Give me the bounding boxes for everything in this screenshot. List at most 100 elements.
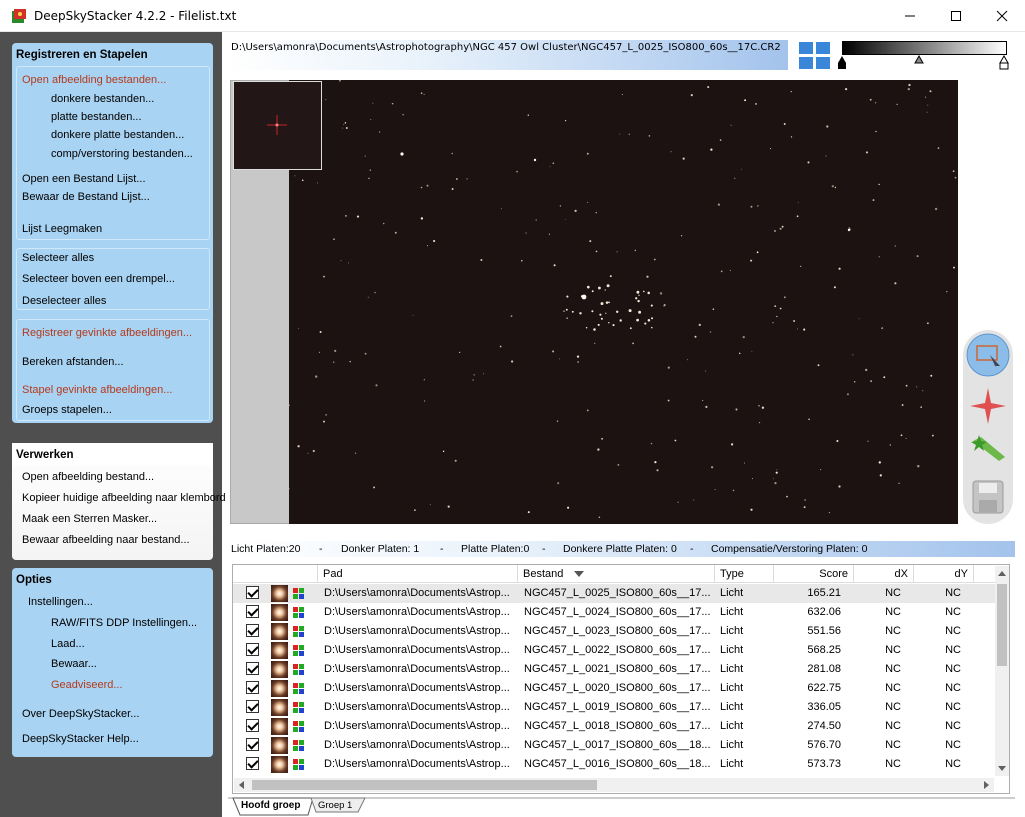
star bbox=[730, 443, 734, 446]
cluster-star bbox=[619, 319, 622, 322]
row-checkbox[interactable] bbox=[246, 738, 259, 751]
clear-list-link[interactable]: Lijst Leegmaken bbox=[22, 223, 102, 235]
compute-offsets-link[interactable]: Bereken afstanden... bbox=[22, 356, 124, 368]
row-checkbox[interactable] bbox=[246, 681, 259, 694]
col-header-path[interactable]: Pad bbox=[318, 565, 518, 583]
select-rect-icon[interactable] bbox=[966, 333, 1010, 377]
raw-settings-link[interactable]: RAW/FITS DDP Instellingen... bbox=[51, 617, 197, 629]
save-list-link[interactable]: Bewaar de Bestand Lijst... bbox=[22, 191, 150, 203]
close-button[interactable] bbox=[979, 0, 1025, 32]
dark-files-link[interactable]: donkere bestanden... bbox=[51, 93, 154, 105]
row-checkbox[interactable] bbox=[246, 662, 259, 675]
astro-image[interactable] bbox=[289, 80, 958, 524]
table-row[interactable]: D:\Users\amonra\Documents\Astrop... NGC45… bbox=[233, 622, 998, 641]
four-corners-icon[interactable] bbox=[798, 41, 831, 71]
minimize-button[interactable] bbox=[887, 0, 933, 32]
star bbox=[367, 296, 369, 298]
navigator-thumbnail[interactable] bbox=[233, 81, 322, 170]
star bbox=[796, 328, 798, 330]
cell-dy: NC bbox=[945, 720, 961, 732]
select-threshold-link[interactable]: Selecteer boven een drempel... bbox=[22, 273, 175, 285]
table-row[interactable]: D:\Users\amonra\Documents\Astrop... NGC45… bbox=[233, 698, 998, 717]
table-row[interactable]: D:\Users\amonra\Documents\Astrop... NGC45… bbox=[233, 660, 998, 679]
open-images-link[interactable]: Open afbeelding bestanden... bbox=[22, 74, 166, 86]
save-image-link[interactable]: Bewaar afbeelding naar bestand... bbox=[22, 534, 190, 546]
open-list-link[interactable]: Open een Bestand Lijst... bbox=[22, 173, 146, 185]
star bbox=[807, 161, 810, 164]
about-link[interactable]: Over DeepSkyStacker... bbox=[22, 708, 139, 720]
cell-file: NGC457_L_0016_ISO800_60s__18... bbox=[524, 758, 711, 770]
star bbox=[734, 177, 736, 179]
star bbox=[333, 238, 335, 240]
table-row[interactable]: D:\Users\amonra\Documents\Astrop... NGC45… bbox=[233, 679, 998, 698]
save-settings-link[interactable]: Bewaar... bbox=[51, 658, 97, 670]
table-row[interactable]: D:\Users\amonra\Documents\Astrop... NGC45… bbox=[233, 603, 998, 622]
batch-stack-link[interactable]: Groeps stapelen... bbox=[22, 404, 112, 416]
star bbox=[865, 151, 869, 154]
table-row[interactable]: D:\Users\amonra\Documents\Astrop... NGC45… bbox=[233, 584, 998, 603]
copy-clipboard-link[interactable]: Kopieer huidige afbeelding naar klembord bbox=[22, 492, 226, 504]
light-frame-icon bbox=[293, 721, 304, 732]
star-mask-link[interactable]: Maak een Sterren Masker... bbox=[22, 513, 157, 525]
flat-files-link[interactable]: platte bestanden... bbox=[51, 111, 142, 123]
row-checkbox[interactable] bbox=[246, 719, 259, 732]
star bbox=[853, 380, 856, 383]
save-icon[interactable] bbox=[972, 480, 1004, 514]
row-checkbox[interactable] bbox=[246, 700, 259, 713]
star bbox=[783, 123, 786, 125]
cell-score: 274.50 bbox=[807, 720, 841, 732]
levels-gradient[interactable] bbox=[842, 41, 1007, 55]
horizontal-scrollbar[interactable] bbox=[234, 778, 994, 792]
light-frame-icon bbox=[293, 626, 304, 637]
star bbox=[878, 461, 881, 464]
star bbox=[500, 208, 502, 210]
register-checked-link[interactable]: Registreer gevinkte afbeeldingen... bbox=[22, 327, 192, 339]
table-row[interactable]: D:\Users\amonra\Documents\Astrop... NGC45… bbox=[233, 755, 998, 774]
levels-sliders[interactable] bbox=[836, 55, 1016, 71]
cell-score: 573.73 bbox=[807, 758, 841, 770]
cell-dy: NC bbox=[945, 644, 961, 656]
col-header-dy[interactable]: dY bbox=[914, 565, 974, 583]
row-checkbox[interactable] bbox=[246, 624, 259, 637]
star bbox=[567, 506, 570, 509]
select-all-link[interactable]: Selecteer alles bbox=[22, 252, 94, 264]
star bbox=[761, 406, 765, 409]
recommended-link[interactable]: Geadviseerd... bbox=[51, 679, 123, 691]
tab-group-1[interactable]: Groep 1 bbox=[318, 800, 352, 811]
row-checkbox[interactable] bbox=[246, 605, 259, 618]
col-header-file[interactable]: Bestand bbox=[518, 565, 715, 583]
tab-main-group[interactable]: Hoofd groep bbox=[241, 800, 300, 811]
table-row[interactable]: D:\Users\amonra\Documents\Astrop... NGC45… bbox=[233, 736, 998, 755]
row-checkbox[interactable] bbox=[246, 586, 259, 599]
open-image-link[interactable]: Open afbeelding bestand... bbox=[22, 471, 154, 483]
star bbox=[750, 205, 753, 208]
edit-comet-icon[interactable] bbox=[969, 433, 1009, 469]
maximize-icon bbox=[951, 11, 961, 21]
offset-files-link[interactable]: comp/verstoring bestanden... bbox=[51, 148, 193, 160]
add-star-icon[interactable] bbox=[968, 386, 1008, 426]
col-header-type[interactable]: Type bbox=[715, 565, 774, 583]
cluster-star bbox=[638, 294, 640, 296]
table-row[interactable]: D:\Users\amonra\Documents\Astrop... NGC45… bbox=[233, 641, 998, 660]
vertical-scrollbar[interactable] bbox=[995, 566, 1009, 776]
star bbox=[834, 186, 837, 189]
row-checkbox[interactable] bbox=[246, 757, 259, 770]
dark-flat-files-link[interactable]: donkere platte bestanden... bbox=[51, 129, 184, 141]
load-link[interactable]: Laad... bbox=[51, 638, 85, 650]
table-row[interactable]: D:\Users\amonra\Documents\Astrop... NGC45… bbox=[233, 717, 998, 736]
star bbox=[315, 375, 318, 378]
col-header-check[interactable] bbox=[233, 565, 318, 583]
maximize-button[interactable] bbox=[933, 0, 979, 32]
col-header-score[interactable]: Score bbox=[774, 565, 854, 583]
star bbox=[793, 320, 796, 322]
help-link[interactable]: DeepSkyStacker Help... bbox=[22, 733, 139, 745]
star bbox=[952, 170, 955, 173]
row-checkbox[interactable] bbox=[246, 643, 259, 656]
deselect-all-link[interactable]: Deselecteer alles bbox=[22, 295, 106, 307]
star bbox=[881, 327, 883, 329]
stack-checked-link[interactable]: Stapel gevinkte afbeeldingen... bbox=[22, 384, 172, 396]
col-header-dx[interactable]: dX bbox=[854, 565, 914, 583]
cell-type: Licht bbox=[720, 758, 744, 770]
star bbox=[889, 444, 891, 446]
settings-link[interactable]: Instellingen... bbox=[28, 596, 93, 608]
